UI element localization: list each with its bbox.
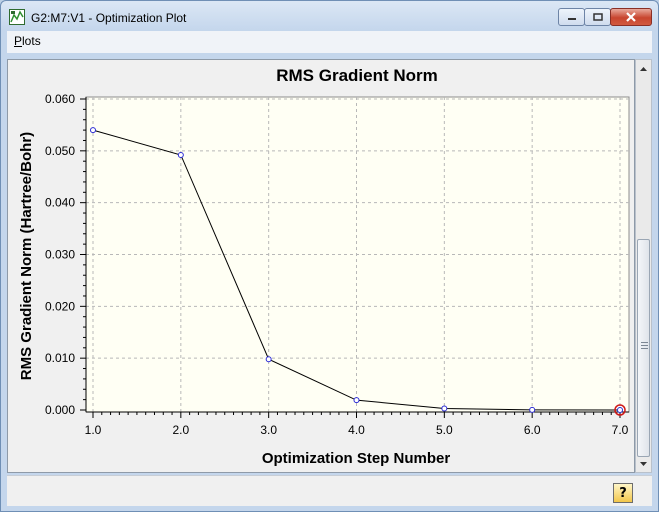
x-tick-label: 7.0 xyxy=(612,423,629,437)
menu-plots-mnemonic: P xyxy=(14,34,23,48)
scroll-grip-line xyxy=(641,342,648,343)
help-button[interactable]: ? xyxy=(613,483,633,503)
scroll-grip-line xyxy=(641,345,648,346)
scroll-grip-line xyxy=(641,348,648,349)
chart-title: RMS Gradient Norm xyxy=(276,66,438,85)
scroll-up-icon xyxy=(640,66,647,71)
data-point xyxy=(529,406,536,413)
help-icon: ? xyxy=(619,485,627,501)
minimize-button[interactable] xyxy=(558,8,585,26)
title-bar[interactable]: G2:M7:V1 - Optimization Plot xyxy=(1,1,658,31)
y-tick-label: 0.020 xyxy=(45,299,75,313)
close-icon xyxy=(626,12,636,22)
data-point xyxy=(265,356,272,363)
plot-area-panel: RMS Gradient Norm 0.000 0.010 0.020 0.030 0.… xyxy=(7,59,635,473)
menu-plots-rest: lots xyxy=(22,34,41,48)
y-tick-label: 0.060 xyxy=(45,92,75,106)
y-axis-label: RMS Gradient Norm (Hartree/Bohr) xyxy=(18,132,35,380)
x-tick-label: 5.0 xyxy=(436,423,453,437)
scroll-thumb[interactable] xyxy=(637,239,650,457)
maximize-button[interactable] xyxy=(584,8,611,26)
data-point xyxy=(617,407,623,413)
gaussview-app-icon[interactable] xyxy=(9,9,25,25)
scroll-down-arrow[interactable] xyxy=(636,455,651,472)
scroll-down-icon xyxy=(640,461,647,466)
data-point xyxy=(90,127,96,134)
rms-gradient-chart: RMS Gradient Norm 0.000 0.010 0.020 0.030 0.… xyxy=(18,66,630,467)
optimization-plot-window: G2:M7:V1 - Optimization Plot Plots RMS G… xyxy=(0,0,659,512)
y-tick-label: 0.030 xyxy=(45,248,75,262)
vertical-scrollbar[interactable] xyxy=(635,59,652,473)
y-tick-label: 0.050 xyxy=(45,144,75,158)
x-tick-label: 4.0 xyxy=(348,423,365,437)
scroll-up-arrow[interactable] xyxy=(636,60,651,77)
y-tick-label: 0.040 xyxy=(45,196,75,210)
x-tick-label: 3.0 xyxy=(260,423,277,437)
close-button[interactable] xyxy=(610,8,652,26)
x-tick-label: 6.0 xyxy=(524,423,541,437)
window-title: G2:M7:V1 - Optimization Plot xyxy=(31,11,187,25)
data-point xyxy=(177,151,184,158)
minimize-icon xyxy=(567,18,576,20)
y-tick-label: 0.010 xyxy=(45,351,75,365)
data-point xyxy=(441,405,448,412)
x-axis-label: Optimization Step Number xyxy=(262,450,451,467)
data-point xyxy=(353,397,360,404)
status-bar: ? xyxy=(7,475,652,506)
caption-buttons xyxy=(558,8,652,26)
x-tick-label: 1.0 xyxy=(85,423,102,437)
x-tick-label: 2.0 xyxy=(172,423,189,437)
menu-bar: Plots xyxy=(7,31,652,53)
menu-plots[interactable]: Plots xyxy=(14,34,41,48)
y-tick-label: 0.000 xyxy=(45,403,75,417)
maximize-icon xyxy=(592,13,603,21)
